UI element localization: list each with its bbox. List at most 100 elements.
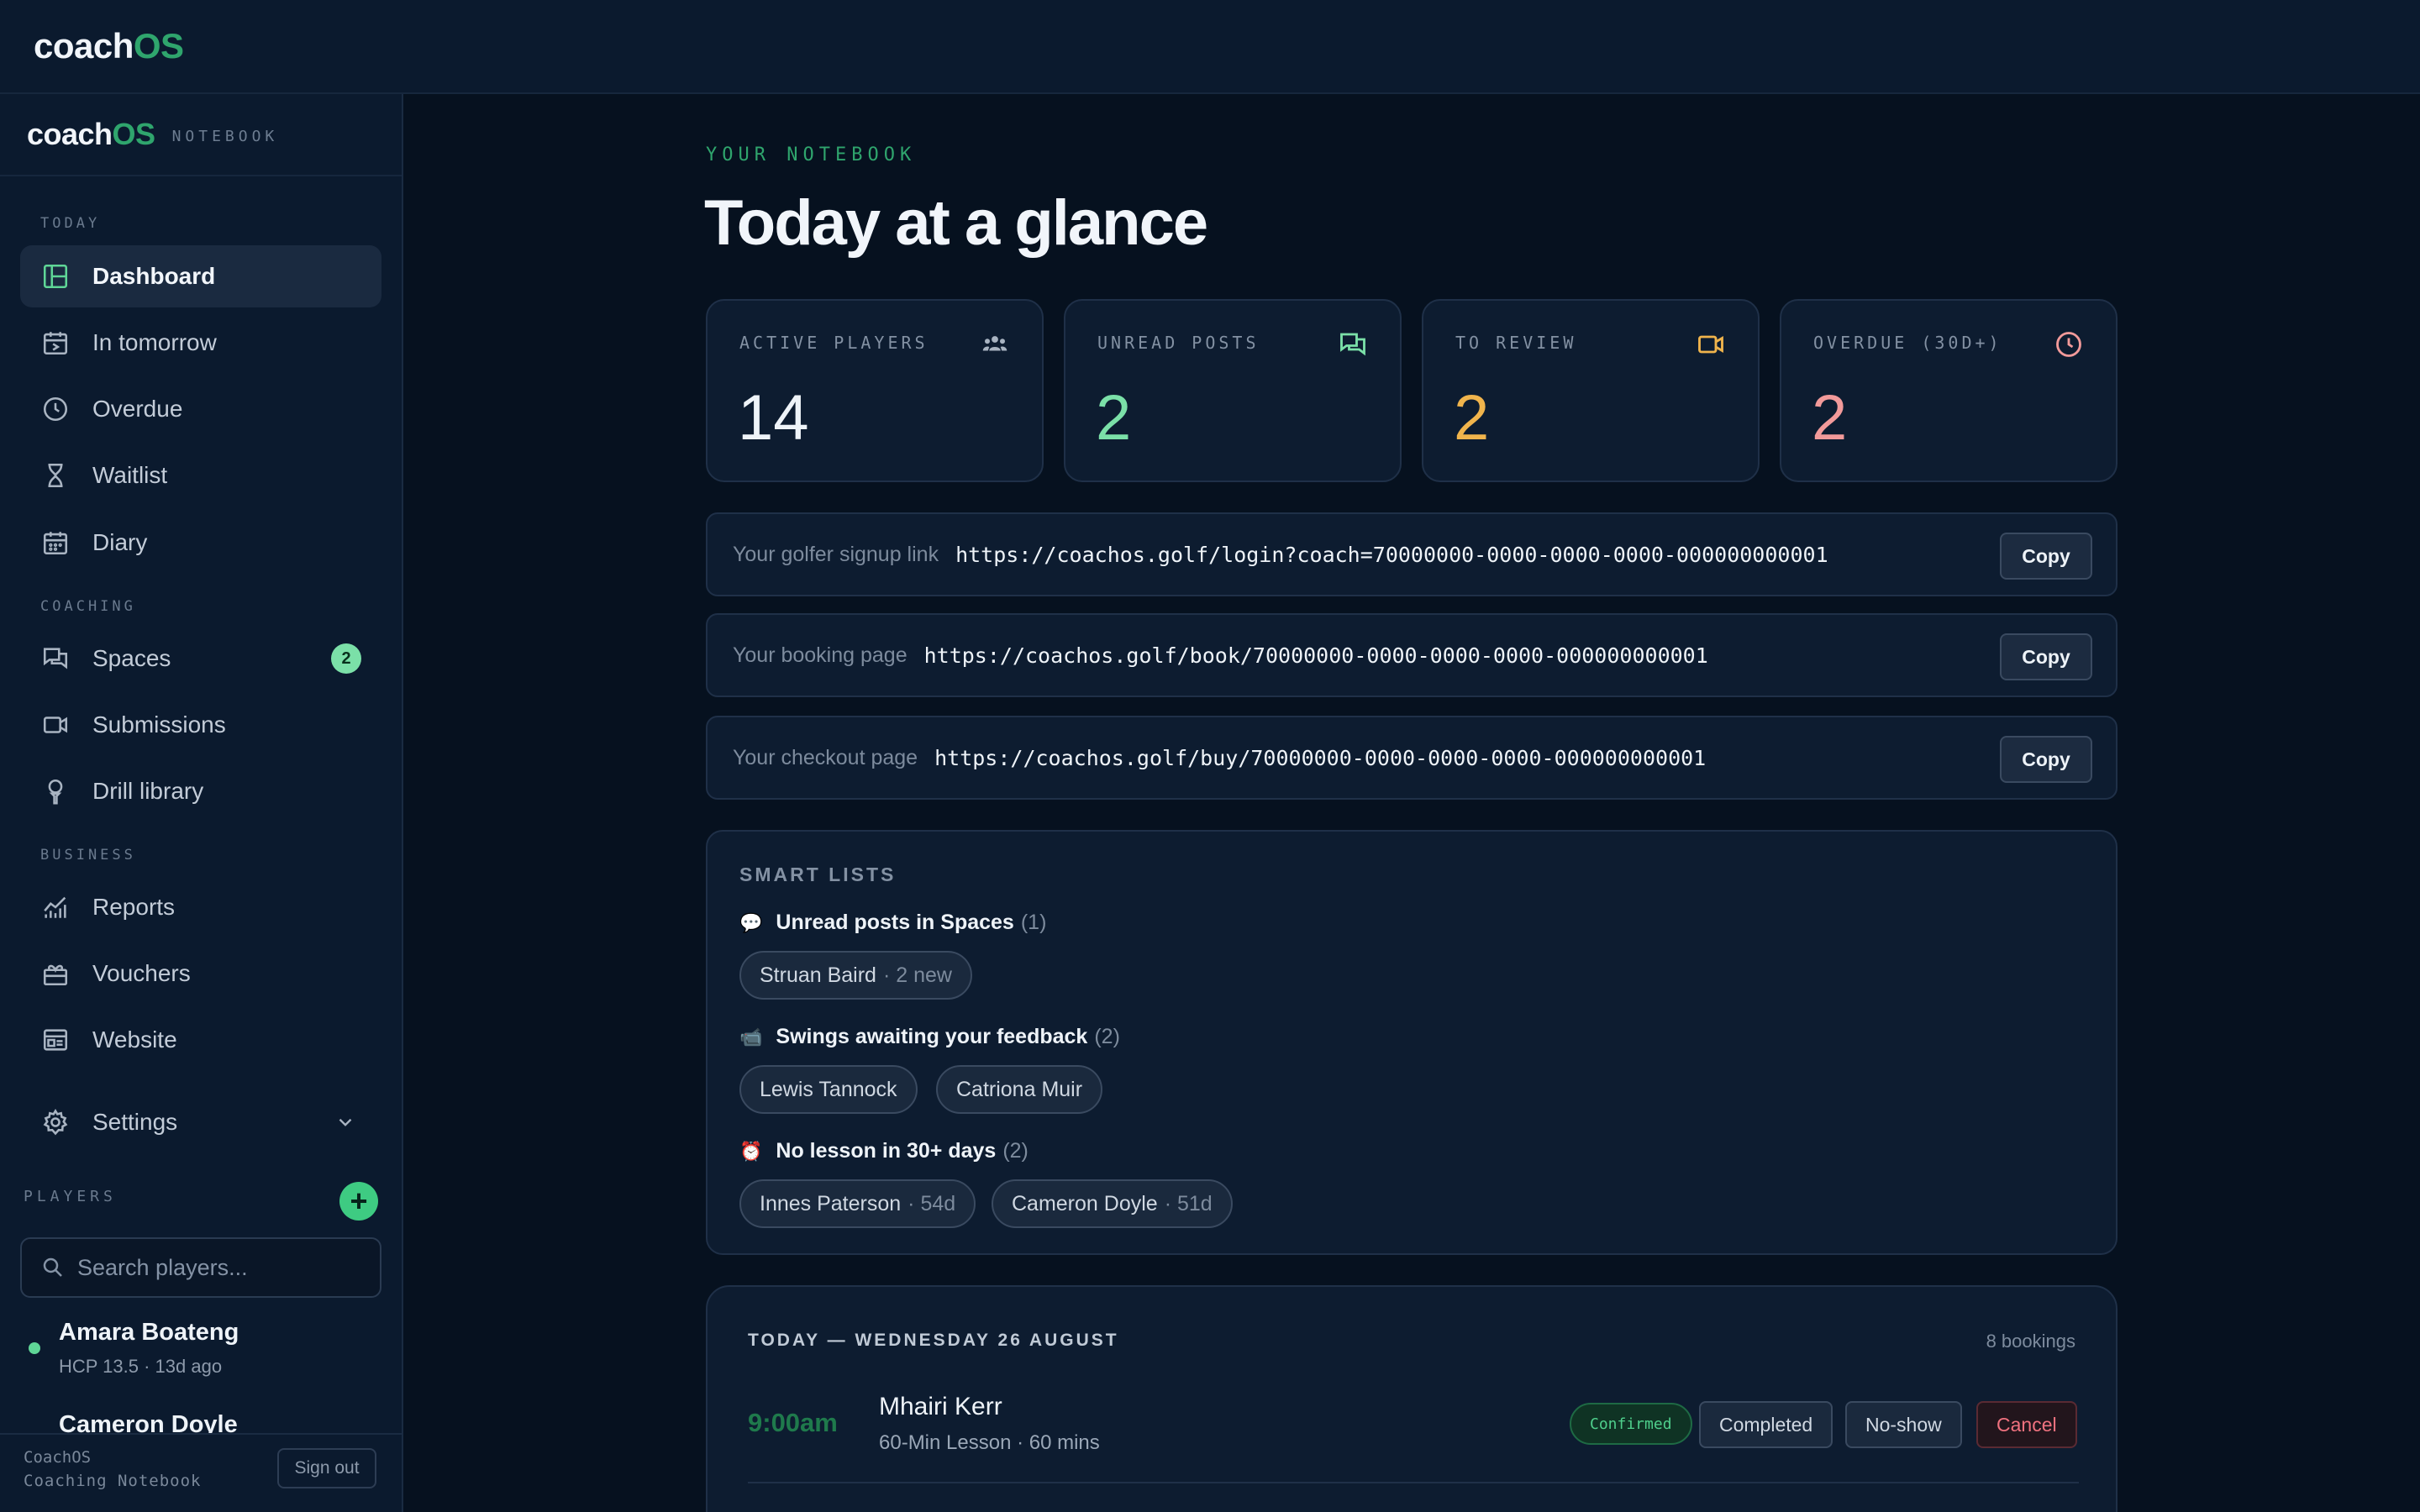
chat-icon bbox=[40, 643, 71, 674]
sidebar-item-label: Vouchers bbox=[92, 960, 191, 986]
chart-icon bbox=[40, 892, 71, 922]
booking-player-name: Mhairi Kerr bbox=[879, 1393, 1002, 1420]
stat-card-active-players[interactable]: ACTIVE PLAYERS 14 bbox=[706, 299, 1044, 482]
smart-lists-title: SMART LISTS bbox=[739, 864, 897, 885]
smart-list-count: (2) bbox=[1094, 1025, 1120, 1048]
sidebar-item-in-tomorrow[interactable]: In tomorrow bbox=[20, 312, 381, 374]
stat-value: 2 bbox=[1454, 382, 1490, 454]
stat-value: 14 bbox=[738, 382, 809, 454]
speech-bubble-icon: 💬 bbox=[739, 911, 763, 933]
sidebar-item-drill-library[interactable]: Drill library bbox=[20, 760, 381, 822]
link-url[interactable]: https://coachos.golf/buy/70000000-0000-0… bbox=[934, 746, 1706, 770]
sidebar-brand-tag: NOTEBOOK bbox=[171, 127, 279, 145]
link-label: Your golfer signup link bbox=[733, 542, 939, 566]
player-chip[interactable]: Catriona Muir bbox=[936, 1065, 1103, 1114]
copy-button[interactable]: Copy bbox=[2000, 633, 2092, 680]
booking-detail: 60-Min Lesson · 60 mins bbox=[879, 1431, 1100, 1454]
search-input[interactable] bbox=[77, 1254, 363, 1281]
player-meta: HCP 13.5 · 13d ago bbox=[59, 1356, 223, 1377]
chevron-down-icon[interactable] bbox=[334, 1111, 356, 1133]
stat-card-overdue[interactable]: OVERDUE (30D+) 2 bbox=[1780, 299, 2118, 482]
sidebar-item-diary[interactable]: Diary bbox=[20, 512, 381, 574]
sidebar-item-submissions[interactable]: Submissions bbox=[20, 694, 381, 756]
player-chip[interactable]: Lewis Tannock bbox=[739, 1065, 918, 1114]
link-label: Your checkout page bbox=[733, 745, 918, 769]
sidebar-item-label: Spaces bbox=[92, 645, 171, 671]
link-url[interactable]: https://coachos.golf/book/70000000-0000-… bbox=[924, 643, 1708, 668]
stat-value: 2 bbox=[1812, 382, 1848, 454]
sidebar-item-label: Website bbox=[92, 1026, 177, 1053]
today-heading: TODAY — WEDNESDAY 26 AUGUST bbox=[748, 1331, 1119, 1350]
smart-list-swings-awaiting: 📹 Swings awaiting your feedback (2) bbox=[739, 1025, 1120, 1049]
video-icon bbox=[1696, 329, 1726, 360]
stat-card-to-review[interactable]: TO REVIEW 2 bbox=[1422, 299, 1760, 482]
footer-app-name: CoachOS bbox=[24, 1448, 92, 1467]
clock-icon bbox=[2054, 329, 2084, 360]
dashboard-icon bbox=[40, 261, 71, 291]
sidebar-item-label: Dashboard bbox=[92, 263, 216, 289]
sidebar-item-reports[interactable]: Reports bbox=[20, 876, 381, 938]
people-icon bbox=[980, 329, 1010, 360]
calendar-icon bbox=[40, 528, 71, 558]
checkout-link-row: Your checkout page https://coachos.golf/… bbox=[706, 716, 2118, 800]
stat-label: OVERDUE (30D+) bbox=[1813, 333, 2002, 353]
sidebar-logo[interactable]: coachOS bbox=[27, 117, 155, 152]
no-show-button[interactable]: No-show bbox=[1845, 1401, 1962, 1448]
sidebar-item-label: Submissions bbox=[92, 711, 226, 738]
smart-lists-card: SMART LISTS 💬 Unread posts in Spaces (1)… bbox=[706, 830, 2118, 1255]
copy-button[interactable]: Copy bbox=[2000, 736, 2092, 783]
player-name: Amara Boateng bbox=[59, 1319, 239, 1346]
player-chip[interactable]: Struan Baird · 2 new bbox=[739, 951, 972, 1000]
gear-icon bbox=[40, 1107, 71, 1137]
video-camera-icon: 📹 bbox=[739, 1026, 763, 1047]
active-status-dot bbox=[29, 1342, 40, 1354]
sidebar-item-label: Diary bbox=[92, 529, 148, 555]
bookings-count: 8 bookings bbox=[1986, 1331, 2075, 1352]
search-icon bbox=[43, 1257, 62, 1277]
booking-link-row: Your booking page https://coachos.golf/b… bbox=[706, 613, 2118, 697]
alarm-clock-icon: ⏰ bbox=[739, 1140, 763, 1162]
player-list-item[interactable]: Amara Boateng HCP 13.5 · 13d ago bbox=[29, 1319, 381, 1386]
smart-list-count: (1) bbox=[1020, 911, 1047, 934]
app-logo[interactable]: coachOS bbox=[34, 26, 184, 66]
players-label: PLAYERS bbox=[24, 1188, 117, 1205]
clock-icon bbox=[40, 394, 71, 424]
sidebar-item-label: Overdue bbox=[92, 396, 183, 422]
link-url[interactable]: https://coachos.golf/login?coach=7000000… bbox=[955, 543, 1828, 567]
sidebar-item-settings[interactable]: Settings bbox=[20, 1091, 381, 1153]
sidebar-item-waitlist[interactable]: Waitlist bbox=[20, 444, 381, 507]
golf-tee-icon bbox=[40, 776, 71, 806]
player-chip[interactable]: Innes Paterson · 54d bbox=[739, 1179, 976, 1228]
stat-label: ACTIVE PLAYERS bbox=[739, 333, 929, 353]
gift-icon bbox=[40, 958, 71, 989]
footer-app-tagline: Coaching Notebook bbox=[24, 1472, 202, 1490]
sidebar-item-overdue[interactable]: Overdue bbox=[20, 378, 381, 440]
sidebar-item-label: In tomorrow bbox=[92, 329, 217, 355]
smart-list-count: (2) bbox=[1002, 1139, 1028, 1163]
smart-list-title: No lesson in 30+ days bbox=[776, 1139, 997, 1163]
section-label-today: TODAY bbox=[40, 215, 101, 232]
player-chip[interactable]: Cameron Doyle · 51d bbox=[992, 1179, 1233, 1228]
cancel-button[interactable]: Cancel bbox=[1976, 1401, 2077, 1448]
browser-icon bbox=[40, 1025, 71, 1055]
sidebar-item-dashboard[interactable]: Dashboard bbox=[20, 245, 381, 307]
sidebar-footer: CoachOS Coaching Notebook Sign out bbox=[0, 1433, 402, 1512]
page-title: Today at a glance bbox=[704, 187, 1208, 259]
sidebar-item-label: Drill library bbox=[92, 778, 204, 804]
today-bookings-card: TODAY — WEDNESDAY 26 AUGUST 8 bookings 9… bbox=[706, 1285, 2118, 1512]
top-bar: coachOS bbox=[0, 0, 2420, 94]
stat-value: 2 bbox=[1096, 382, 1132, 454]
player-search[interactable] bbox=[20, 1237, 381, 1298]
copy-button[interactable]: Copy bbox=[2000, 533, 2092, 580]
hourglass-icon bbox=[40, 460, 71, 491]
stat-card-unread-posts[interactable]: UNREAD POSTS 2 bbox=[1064, 299, 1402, 482]
sidebar-item-label: Waitlist bbox=[92, 462, 168, 488]
sidebar-brand: coachOS NOTEBOOK bbox=[0, 94, 402, 176]
sidebar-item-website[interactable]: Website bbox=[20, 1009, 381, 1071]
completed-button[interactable]: Completed bbox=[1699, 1401, 1833, 1448]
sidebar-item-vouchers[interactable]: Vouchers bbox=[20, 942, 381, 1005]
sign-out-button[interactable]: Sign out bbox=[277, 1448, 376, 1488]
add-player-button[interactable]: + bbox=[339, 1182, 378, 1221]
smart-list-unread-posts: 💬 Unread posts in Spaces (1) bbox=[739, 911, 1046, 935]
sidebar-item-spaces[interactable]: Spaces 2 bbox=[20, 627, 381, 690]
